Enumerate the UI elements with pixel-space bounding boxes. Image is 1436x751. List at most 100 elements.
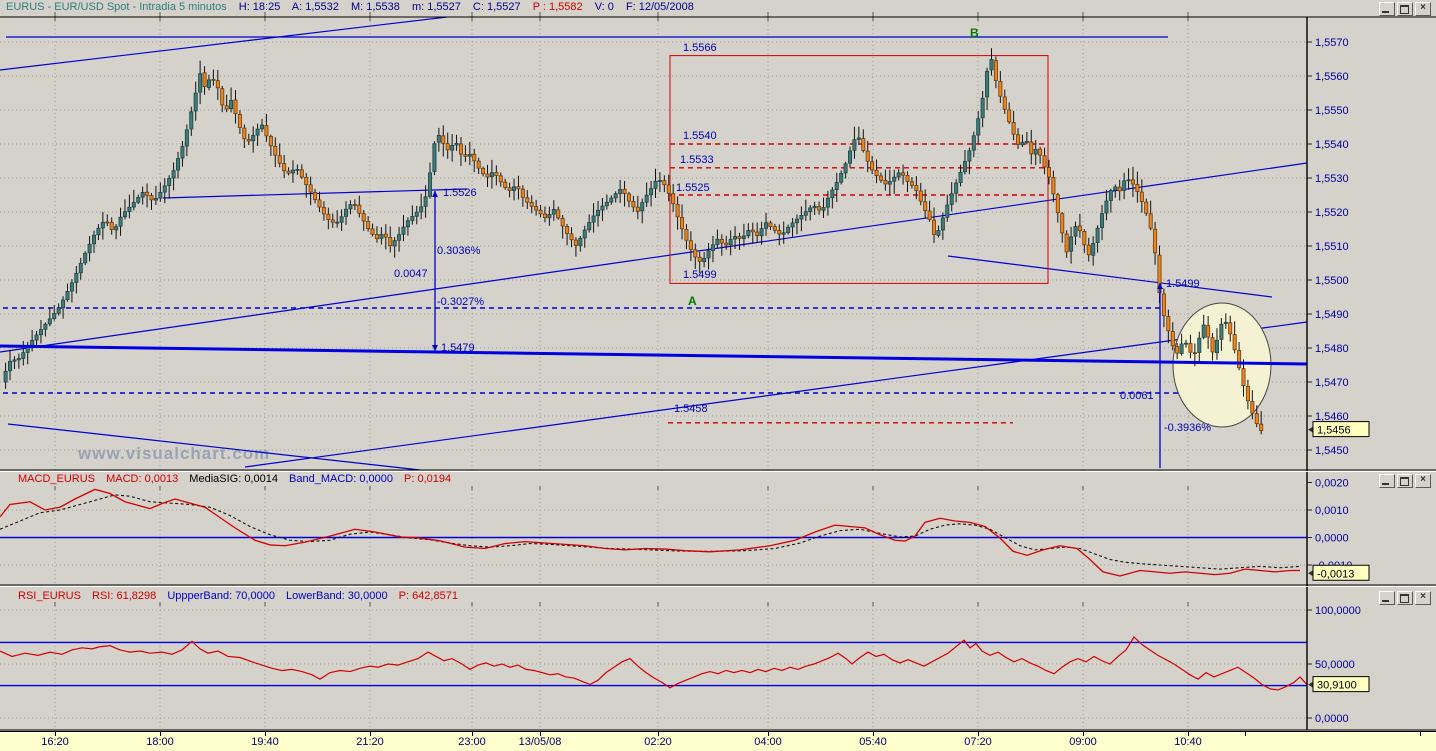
time-axis[interactable]: 16:20 18:00 19:40 21:20 23:00 13/05/08 02:20 04… (0, 731, 1436, 751)
maximize-icon (1400, 5, 1409, 14)
candlesticks (3, 48, 1264, 435)
macd-window-controls: × (1379, 474, 1431, 488)
price-axis[interactable]: 1,5570 1,5560 1,5550 1,5540 1,5530 1,5520 1,55… (1306, 17, 1370, 730)
time-tick (540, 732, 541, 736)
visual-chart-window: EURUS - EUR/USD Spot - Intradia 5 minuto… (0, 0, 1436, 751)
time-label: 16:20 (41, 736, 69, 748)
macd-panel[interactable] (0, 488, 1307, 577)
time-label: 19:40 (251, 736, 279, 748)
chart-canvas[interactable]: www.visualchart.com0.3951%1.55661.55401.… (0, 0, 1436, 751)
svg-text:1,5450: 1,5450 (1315, 445, 1349, 457)
maximize-button[interactable] (1397, 474, 1413, 488)
time-label: 21:20 (356, 736, 384, 748)
main-window-controls: × (1379, 2, 1431, 16)
time-tick (658, 732, 659, 736)
svg-text:-0.3936%: -0.3936% (1164, 422, 1211, 434)
time-tick (1420, 732, 1421, 736)
svg-text:100,0000: 100,0000 (1315, 605, 1361, 617)
maximize-button[interactable] (1397, 2, 1413, 16)
last-price-box: -0,0013 (1308, 564, 1370, 581)
trendline[interactable] (0, 17, 448, 71)
time-label: 07:20 (964, 736, 992, 748)
time-label: 05:40 (859, 736, 887, 748)
rsi-window-controls: × (1379, 591, 1431, 605)
minimize-button[interactable] (1379, 2, 1395, 16)
svg-text:1,5470: 1,5470 (1315, 377, 1349, 389)
time-label: 02:20 (644, 736, 672, 748)
rsi-panel[interactable] (0, 636, 1307, 691)
time-tick (1083, 732, 1084, 736)
svg-text:1,5530: 1,5530 (1315, 173, 1349, 185)
svg-text:1.5499: 1.5499 (683, 269, 717, 281)
maximize-icon (1400, 594, 1409, 603)
rsi-upperband-value: UppperBand: 70,0000 (167, 590, 275, 602)
time-tick (873, 732, 874, 736)
time-label: 13/05/08 (518, 736, 562, 748)
macd-band-value: Band_MACD: 0,0000 (289, 473, 393, 485)
svg-text:30,9100: 30,9100 (1317, 680, 1357, 692)
time-label: 18:00 (146, 736, 174, 748)
minimize-button[interactable] (1379, 591, 1395, 605)
time-tick (370, 732, 371, 736)
rsi-header: RSI_EURUS RSI: 61,8298 UppperBand: 70,00… (0, 589, 466, 604)
close-icon: × (1420, 2, 1426, 13)
close-button[interactable]: × (1415, 474, 1431, 488)
svg-text:1.5479: 1.5479 (441, 342, 475, 354)
time-tick (265, 732, 266, 736)
time-label: 23:00 (458, 736, 486, 748)
close-button[interactable]: × (1415, 2, 1431, 16)
svg-text:1,5500: 1,5500 (1315, 275, 1349, 287)
svg-text:1,5520: 1,5520 (1315, 207, 1349, 219)
time-label: 10:40 (1174, 736, 1202, 748)
minimize-icon (1382, 483, 1389, 485)
trendline[interactable] (7, 423, 421, 470)
close-button[interactable]: × (1415, 591, 1431, 605)
svg-text:-0,0013: -0,0013 (1317, 568, 1354, 580)
svg-text:0.0047: 0.0047 (394, 268, 428, 280)
svg-text:1,5510: 1,5510 (1315, 241, 1349, 253)
svg-text:50,0000: 50,0000 (1315, 659, 1355, 671)
svg-text:1,5540: 1,5540 (1315, 139, 1349, 151)
svg-text:1.5526: 1.5526 (443, 187, 477, 199)
time-tick (160, 732, 161, 736)
svg-text:1.5458: 1.5458 (674, 403, 708, 415)
watermark: www.visualchart.com (77, 444, 270, 463)
rsi-indicator-name: RSI_EURUS (18, 590, 81, 602)
time-label: 04:00 (754, 736, 782, 748)
svg-text:0,0000: 0,0000 (1315, 533, 1349, 545)
svg-text:0.3036%: 0.3036% (437, 245, 481, 257)
time-tick (472, 732, 473, 736)
time-label: 09:00 (1069, 736, 1097, 748)
rsi-value: RSI: 61,8298 (92, 590, 157, 602)
maximize-button[interactable] (1397, 591, 1413, 605)
svg-text:1,5570: 1,5570 (1315, 37, 1349, 49)
last-price-box: 30,9100 (1308, 676, 1370, 693)
svg-text:0,0000: 0,0000 (1315, 713, 1349, 725)
macd-signal-value: MediaSIG: 0,0014 (189, 473, 278, 485)
svg-text:1,5560: 1,5560 (1315, 71, 1349, 83)
minimize-button[interactable] (1379, 474, 1395, 488)
svg-text:0,0020: 0,0020 (1315, 478, 1349, 490)
svg-text:www.visualchart.com: www.visualchart.com (77, 444, 270, 463)
svg-text:1.5525: 1.5525 (676, 182, 710, 194)
minimize-icon (1382, 11, 1389, 13)
price-panel[interactable]: www.visualchart.com0.3951%1.55661.55401.… (0, 17, 1307, 470)
svg-text:1.5540: 1.5540 (683, 130, 717, 142)
maximize-icon (1400, 477, 1409, 486)
retracement-box[interactable] (668, 55, 1049, 424)
last-price-box: 1,5456 (1308, 421, 1370, 438)
chart-labels: 1.5566 1.5540 1.5533 1.5525 1.5499 1.5458 1.55… (394, 26, 1211, 434)
macd-value: MACD: 0,0013 (106, 473, 179, 485)
svg-text:0.0061: 0.0061 (1120, 390, 1154, 402)
trendline[interactable] (947, 255, 1273, 298)
macd-p-value: P: 0,0194 (404, 473, 452, 485)
svg-text:A: A (688, 294, 697, 308)
time-tick (978, 732, 979, 736)
svg-text:1.5499: 1.5499 (1166, 278, 1200, 290)
close-icon: × (1420, 474, 1426, 485)
time-tick (768, 732, 769, 736)
svg-text:1,5480: 1,5480 (1315, 343, 1349, 355)
close-icon: × (1420, 591, 1426, 602)
macd-indicator-name: MACD_EURUS (18, 473, 96, 485)
svg-text:1,5550: 1,5550 (1315, 105, 1349, 117)
